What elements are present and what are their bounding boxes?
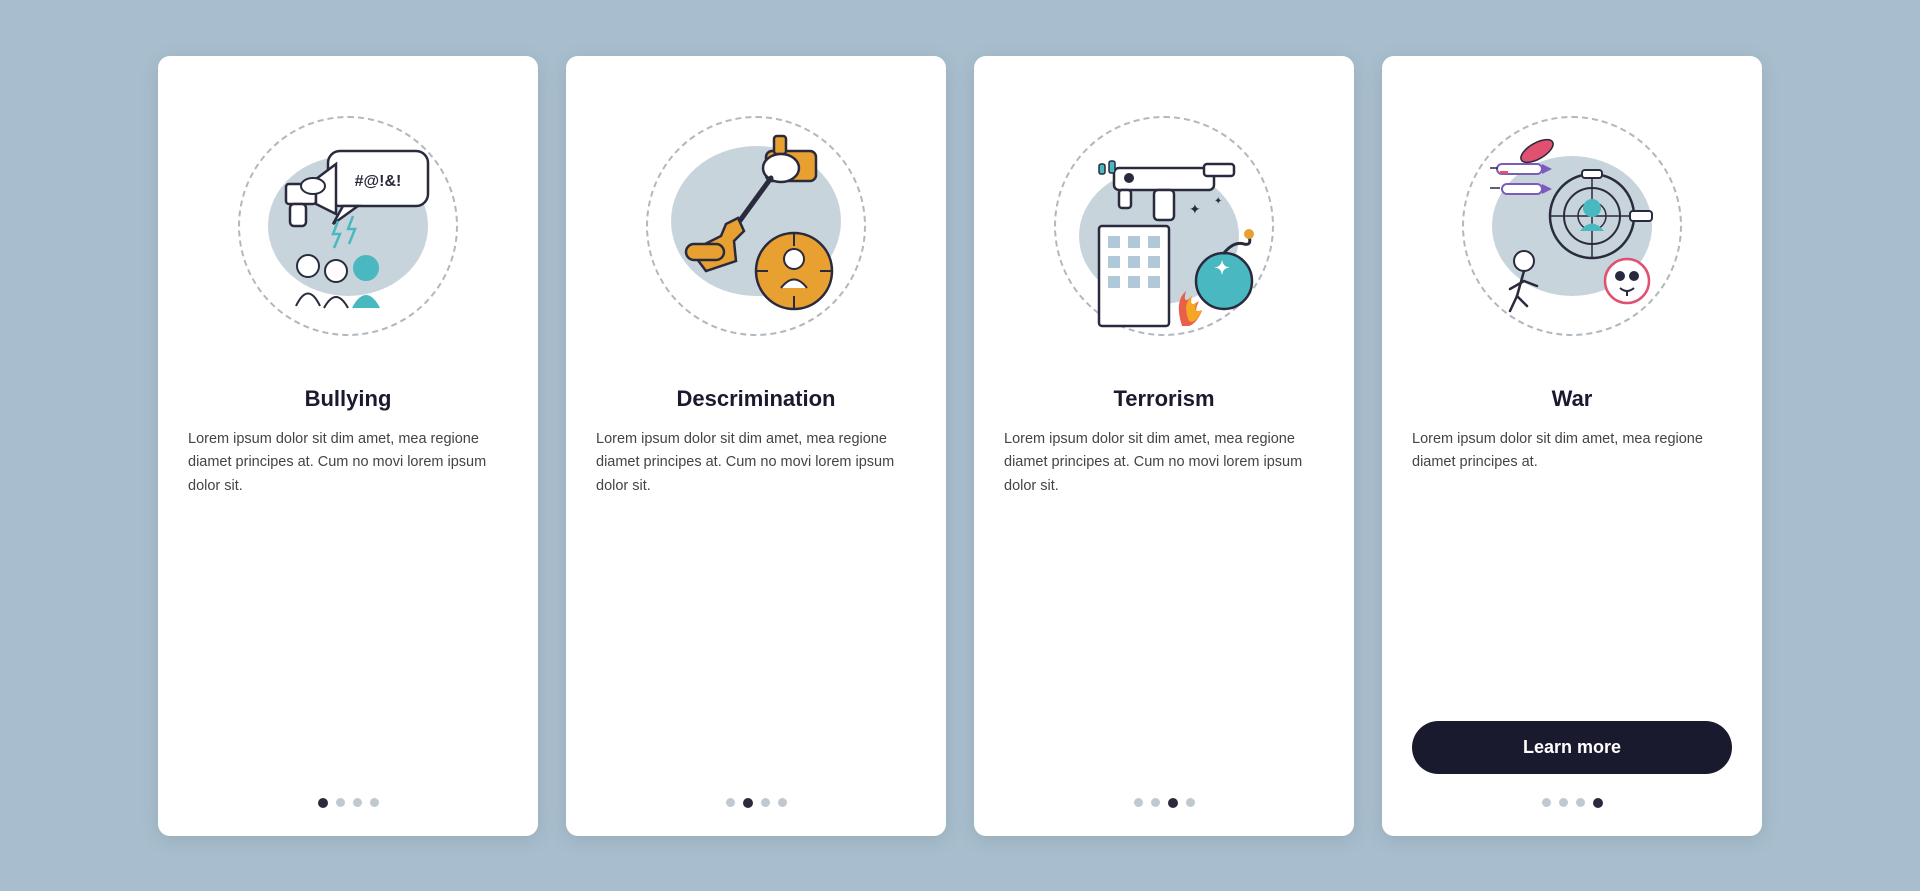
svg-text:✦: ✦ <box>1214 258 1229 278</box>
dot-1 <box>318 798 328 808</box>
svg-text:✦: ✦ <box>1214 196 1222 207</box>
svg-text:✦: ✦ <box>1189 201 1201 217</box>
bullying-text: Lorem ipsum dolor sit dim amet, mea regi… <box>188 428 508 774</box>
card-war: War Lorem ipsum dolor sit dim amet, mea … <box>1382 56 1762 836</box>
card-bullying: #@!&! <box>158 56 538 836</box>
card-discrimination: Descrimination Lorem ipsum dolor sit dim… <box>566 56 946 836</box>
dot-4 <box>1593 798 1603 808</box>
bullying-dots <box>318 798 379 808</box>
dot-3 <box>353 798 362 807</box>
dot-2 <box>336 798 345 807</box>
war-title: War <box>1552 386 1593 412</box>
dot-2 <box>743 798 753 808</box>
card-terrorism: ✦ ✦ ✦ Terrorism Lorem ipsum dolor sit di… <box>974 56 1354 836</box>
discrimination-dots <box>726 798 787 808</box>
dot-3 <box>761 798 770 807</box>
cards-container: #@!&! <box>118 16 1802 876</box>
war-illustration <box>1432 86 1712 366</box>
war-dots <box>1542 798 1603 808</box>
dot-1 <box>1542 798 1551 807</box>
terrorism-svg: ✦ ✦ ✦ <box>1034 96 1294 356</box>
war-text: Lorem ipsum dolor sit dim amet, mea regi… <box>1412 428 1732 705</box>
bullying-svg: #@!&! <box>218 96 478 356</box>
discrimination-illustration <box>616 86 896 366</box>
dot-3 <box>1168 798 1178 808</box>
terrorism-illustration: ✦ ✦ ✦ <box>1024 86 1304 366</box>
dot-1 <box>1134 798 1143 807</box>
discrimination-svg <box>626 96 886 356</box>
discrimination-text: Lorem ipsum dolor sit dim amet, mea regi… <box>596 428 916 774</box>
terrorism-dots <box>1134 798 1195 808</box>
learn-more-button[interactable]: Learn more <box>1412 721 1732 774</box>
terrorism-title: Terrorism <box>1113 386 1214 412</box>
bullying-title: Bullying <box>305 386 392 412</box>
discrimination-title: Descrimination <box>677 386 836 412</box>
bullying-illustration: #@!&! <box>208 86 488 366</box>
dot-3 <box>1576 798 1585 807</box>
dot-2 <box>1151 798 1160 807</box>
dot-1 <box>726 798 735 807</box>
dot-4 <box>778 798 787 807</box>
terrorism-text: Lorem ipsum dolor sit dim amet, mea regi… <box>1004 428 1324 774</box>
dot-4 <box>1186 798 1195 807</box>
war-svg <box>1442 96 1702 356</box>
svg-text:#@!&!: #@!&! <box>355 173 402 190</box>
dot-2 <box>1559 798 1568 807</box>
dot-4 <box>370 798 379 807</box>
